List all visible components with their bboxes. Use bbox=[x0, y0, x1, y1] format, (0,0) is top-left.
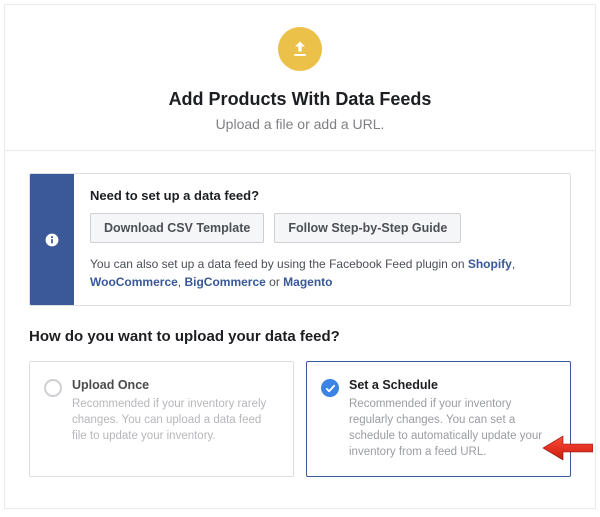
tip-button-row: Download CSV Template Follow Step-by-Ste… bbox=[90, 213, 554, 243]
option-desc: Recommended if your inventory rarely cha… bbox=[72, 396, 279, 444]
page-title: Add Products With Data Feeds bbox=[25, 89, 575, 110]
option-desc: Recommended if your inventory regularly … bbox=[349, 396, 556, 460]
option-upload-once[interactable]: Upload Once Recommended if your inventor… bbox=[29, 361, 294, 477]
link-woocommerce[interactable]: WooCommerce bbox=[90, 275, 178, 289]
option-text: Upload Once Recommended if your inventor… bbox=[72, 378, 279, 460]
check-icon bbox=[325, 383, 336, 394]
info-icon bbox=[45, 233, 59, 247]
header-section: Add Products With Data Feeds Upload a fi… bbox=[5, 5, 595, 151]
option-title: Upload Once bbox=[72, 378, 279, 392]
option-set-schedule[interactable]: Set a Schedule Recommended if your inven… bbox=[306, 361, 571, 477]
tip-help-prefix: You can also set up a data feed by using… bbox=[90, 257, 468, 271]
link-bigcommerce[interactable]: BigCommerce bbox=[184, 275, 265, 289]
link-shopify[interactable]: Shopify bbox=[468, 257, 512, 271]
tip-body: Need to set up a data feed? Download CSV… bbox=[74, 174, 570, 305]
tip-box: Need to set up a data feed? Download CSV… bbox=[29, 173, 571, 306]
tip-accent-strip bbox=[30, 174, 74, 305]
upload-options: Upload Once Recommended if your inventor… bbox=[29, 361, 571, 477]
option-text: Set a Schedule Recommended if your inven… bbox=[349, 378, 556, 460]
download-csv-button[interactable]: Download CSV Template bbox=[90, 213, 264, 243]
content-section: Need to set up a data feed? Download CSV… bbox=[5, 151, 595, 477]
radio-upload-once[interactable] bbox=[44, 379, 62, 397]
upload-icon bbox=[278, 27, 322, 71]
add-products-panel: Add Products With Data Feeds Upload a fi… bbox=[4, 4, 596, 509]
radio-set-schedule[interactable] bbox=[321, 379, 339, 397]
option-title: Set a Schedule bbox=[349, 378, 556, 392]
annotation-arrow-icon bbox=[541, 434, 593, 462]
upload-question: How do you want to upload your data feed… bbox=[29, 328, 571, 345]
page-subtitle: Upload a file or add a URL. bbox=[25, 116, 575, 132]
link-magento[interactable]: Magento bbox=[283, 275, 332, 289]
tip-title: Need to set up a data feed? bbox=[90, 188, 554, 203]
tip-help-text: You can also set up a data feed by using… bbox=[90, 255, 554, 291]
follow-guide-button[interactable]: Follow Step-by-Step Guide bbox=[274, 213, 461, 243]
